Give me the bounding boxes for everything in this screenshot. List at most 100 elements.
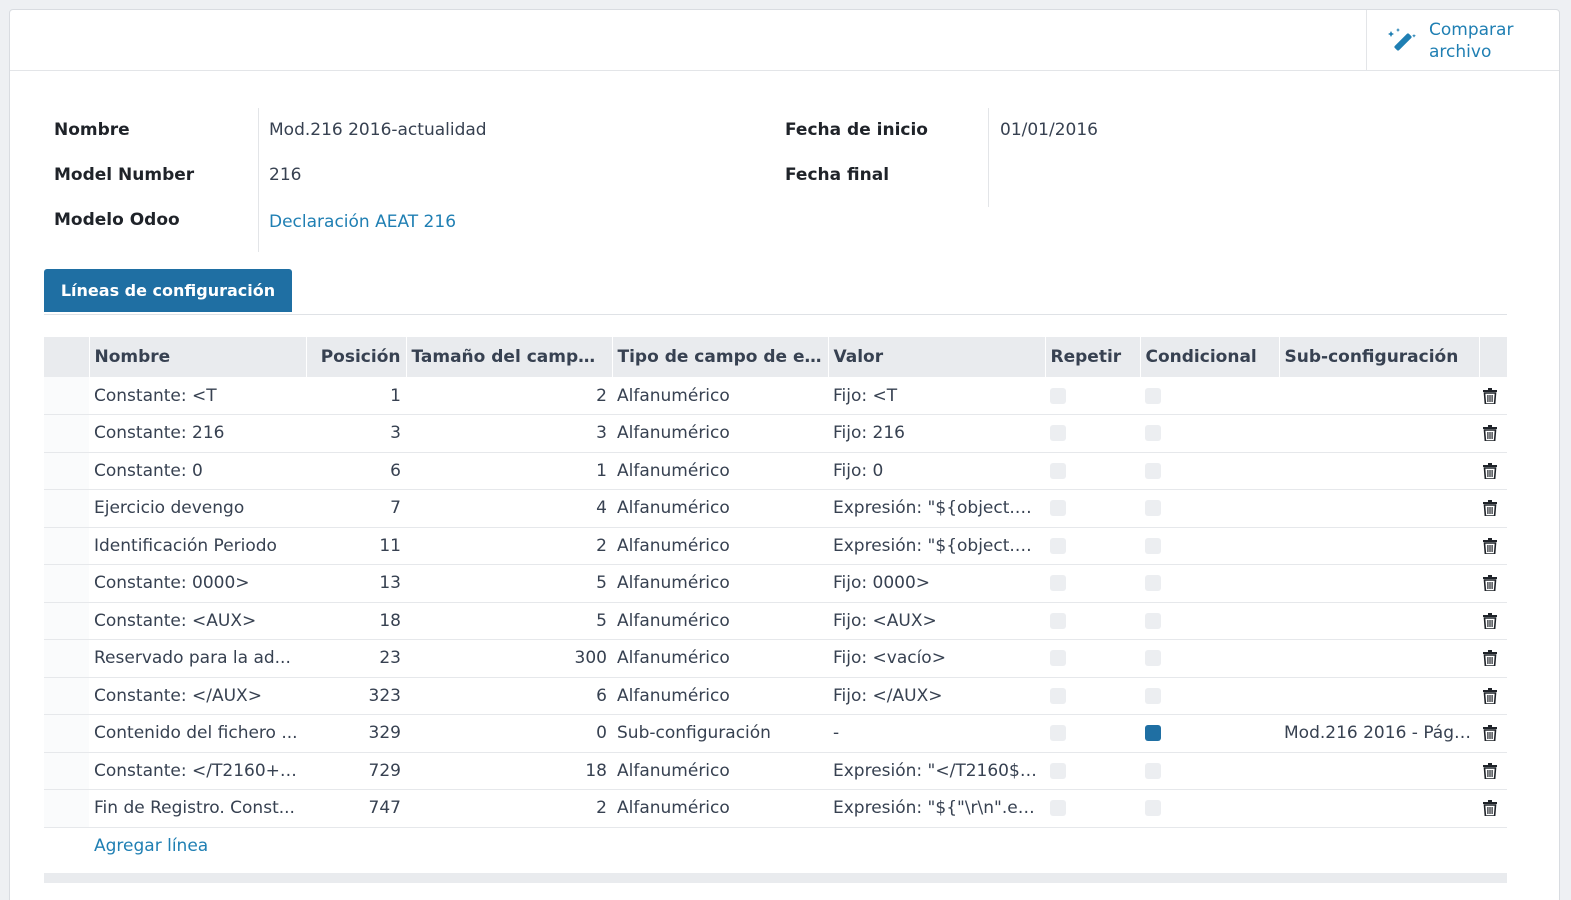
cell-posicion[interactable]: 13 xyxy=(306,564,406,603)
cell-tamano[interactable]: 2 xyxy=(406,377,612,415)
repetir-checkbox[interactable] xyxy=(1050,500,1066,517)
cell-posicion[interactable]: 23 xyxy=(306,639,406,678)
model-number-value[interactable]: 216 xyxy=(269,165,301,185)
header-tamano[interactable]: Tamaño del campo... xyxy=(405,337,612,377)
compare-file-button[interactable]: Comparar archivo xyxy=(1366,10,1559,71)
cell-tamano[interactable]: 4 xyxy=(406,489,612,528)
cell-condicional[interactable] xyxy=(1140,489,1279,528)
cell-repetir[interactable] xyxy=(1045,714,1140,753)
condicional-checkbox[interactable] xyxy=(1145,725,1161,742)
header-repetir[interactable]: Repetir xyxy=(1044,337,1140,377)
cell-delete[interactable] xyxy=(1479,677,1507,715)
repetir-checkbox[interactable] xyxy=(1050,650,1066,667)
cell-condicional[interactable] xyxy=(1140,677,1279,715)
header-condicional[interactable]: Condicional xyxy=(1139,337,1279,377)
cell-condicional[interactable] xyxy=(1140,602,1279,640)
fecha-inicio-value[interactable]: 01/01/2016 xyxy=(1000,120,1098,140)
cell-valor[interactable]: - xyxy=(828,714,1045,753)
repetir-checkbox[interactable] xyxy=(1050,575,1066,592)
cell-tamano[interactable]: 5 xyxy=(406,564,612,603)
cell-subconfig[interactable] xyxy=(1279,489,1479,528)
cell-subconfig[interactable] xyxy=(1279,639,1479,678)
condicional-checkbox[interactable] xyxy=(1145,650,1161,667)
cell-condicional[interactable] xyxy=(1140,564,1279,603)
cell-tipo[interactable]: Alfanumérico xyxy=(612,677,828,715)
cell-tipo[interactable]: Alfanumérico xyxy=(612,602,828,640)
table-row[interactable]: Identificación Periodo 11 2 Alfanumérico Exp… xyxy=(44,527,1507,565)
table-row[interactable]: Constante: 216 3 3 Alfanumérico Fijo: 216 xyxy=(44,414,1507,453)
cell-repetir[interactable] xyxy=(1045,377,1140,415)
table-row[interactable]: Constante: <T 1 2 Alfanumérico Fijo: <T xyxy=(44,377,1507,415)
trash-icon[interactable] xyxy=(1483,725,1497,742)
cell-nombre[interactable]: Reservado para la ad... xyxy=(89,639,306,678)
table-row[interactable]: Fin de Registro. Const... 747 2 Alfanuméric… xyxy=(44,789,1507,828)
cell-valor[interactable]: Fijo: 0 xyxy=(828,452,1045,490)
trash-icon[interactable] xyxy=(1483,762,1497,779)
repetir-checkbox[interactable] xyxy=(1050,762,1066,779)
cell-nombre[interactable]: Constante: </T2160+Ej... xyxy=(89,752,306,790)
repetir-checkbox[interactable] xyxy=(1050,612,1066,629)
table-row[interactable]: Constante: </AUX> 323 6 Alfanumérico Fijo: <… xyxy=(44,677,1507,715)
condicional-checkbox[interactable] xyxy=(1145,575,1161,592)
cell-delete[interactable] xyxy=(1479,489,1507,528)
condicional-checkbox[interactable] xyxy=(1145,425,1161,442)
condicional-checkbox[interactable] xyxy=(1145,462,1161,479)
cell-delete[interactable] xyxy=(1479,789,1507,828)
cell-tipo[interactable]: Sub-configuración xyxy=(612,714,828,753)
cell-tamano[interactable]: 300 xyxy=(406,639,612,678)
cell-nombre[interactable]: Constante: 216 xyxy=(89,414,306,453)
cell-nombre[interactable]: Identificación Periodo xyxy=(89,527,306,565)
cell-repetir[interactable] xyxy=(1045,527,1140,565)
cell-nombre[interactable]: Ejercicio devengo xyxy=(89,489,306,528)
header-valor[interactable]: Valor xyxy=(827,337,1045,377)
table-row[interactable]: Constante: 0000> 13 5 Alfanumérico Fijo: 000… xyxy=(44,564,1507,603)
cell-tamano[interactable]: 2 xyxy=(406,789,612,828)
cell-subconfig[interactable] xyxy=(1279,752,1479,790)
header-posicion[interactable]: Posición xyxy=(305,337,406,377)
table-row[interactable]: Ejercicio devengo 7 4 Alfanumérico Expresión… xyxy=(44,489,1507,528)
cell-nombre[interactable]: Fin de Registro. Const... xyxy=(89,789,306,828)
cell-condicional[interactable] xyxy=(1140,377,1279,415)
condicional-checkbox[interactable] xyxy=(1145,687,1161,704)
cell-delete[interactable] xyxy=(1479,639,1507,678)
cell-valor[interactable]: Expresión: "${object.ye... xyxy=(828,489,1045,528)
header-subconfig[interactable]: Sub-configuración xyxy=(1278,337,1479,377)
repetir-checkbox[interactable] xyxy=(1050,462,1066,479)
cell-nombre[interactable]: Constante: 0000> xyxy=(89,564,306,603)
add-line-link[interactable]: Agregar línea xyxy=(94,836,208,856)
cell-posicion[interactable]: 3 xyxy=(306,414,406,453)
trash-icon[interactable] xyxy=(1483,462,1497,479)
cell-nombre[interactable]: Constante: <T xyxy=(89,377,306,415)
cell-subconfig[interactable] xyxy=(1279,602,1479,640)
cell-posicion[interactable]: 11 xyxy=(306,527,406,565)
trash-icon[interactable] xyxy=(1483,425,1497,442)
cell-tamano[interactable]: 0 xyxy=(406,714,612,753)
cell-posicion[interactable]: 729 xyxy=(306,752,406,790)
condicional-checkbox[interactable] xyxy=(1145,387,1161,404)
table-row[interactable]: Constante: </T2160+Ej... 729 18 Alfanuméric… xyxy=(44,752,1507,790)
cell-condicional[interactable] xyxy=(1140,414,1279,453)
cell-tipo[interactable]: Alfanumérico xyxy=(612,489,828,528)
cell-subconfig[interactable] xyxy=(1279,414,1479,453)
cell-subconfig[interactable] xyxy=(1279,789,1479,828)
cell-valor[interactable]: Expresión: "${object.p... xyxy=(828,527,1045,565)
repetir-checkbox[interactable] xyxy=(1050,687,1066,704)
cell-tamano[interactable]: 3 xyxy=(406,414,612,453)
cell-subconfig[interactable] xyxy=(1279,564,1479,603)
cell-repetir[interactable] xyxy=(1045,414,1140,453)
repetir-checkbox[interactable] xyxy=(1050,800,1066,817)
cell-condicional[interactable] xyxy=(1140,752,1279,790)
repetir-checkbox[interactable] xyxy=(1050,725,1066,742)
cell-repetir[interactable] xyxy=(1045,564,1140,603)
cell-tipo[interactable]: Alfanumérico xyxy=(612,377,828,415)
table-row[interactable]: Constante: 0 6 1 Alfanumérico Fijo: 0 xyxy=(44,452,1507,490)
cell-condicional[interactable] xyxy=(1140,639,1279,678)
cell-valor[interactable]: Fijo: 0000> xyxy=(828,564,1045,603)
cell-condicional[interactable] xyxy=(1140,527,1279,565)
cell-posicion[interactable]: 747 xyxy=(306,789,406,828)
condicional-checkbox[interactable] xyxy=(1145,762,1161,779)
condicional-checkbox[interactable] xyxy=(1145,537,1161,554)
header-nombre[interactable]: Nombre xyxy=(88,337,306,377)
repetir-checkbox[interactable] xyxy=(1050,537,1066,554)
cell-posicion[interactable]: 323 xyxy=(306,677,406,715)
